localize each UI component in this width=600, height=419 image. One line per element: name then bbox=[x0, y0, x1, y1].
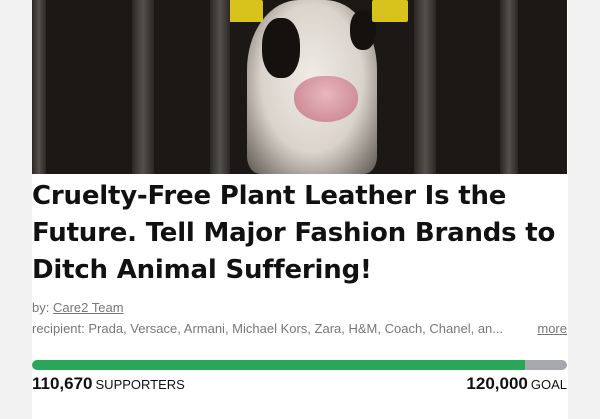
signature-progress-bar bbox=[32, 360, 567, 370]
petition-card: Cruelty-Free Plant Leather Is the Future… bbox=[32, 0, 568, 419]
supporters-count: 110,670 SUPPORTERS bbox=[32, 374, 185, 394]
petition-recipients: recipient: Prada, Versace, Armani, Micha… bbox=[32, 321, 568, 336]
petition-title[interactable]: Cruelty-Free Plant Leather Is the Future… bbox=[32, 178, 568, 289]
recipient-list: Prada, Versace, Armani, Michael Kors, Za… bbox=[88, 321, 504, 336]
author-link[interactable]: Care2 Team bbox=[53, 300, 124, 315]
recipient-label: recipient: bbox=[32, 321, 85, 336]
hero-image[interactable] bbox=[32, 0, 567, 174]
petition-author: by: Care2 Team bbox=[32, 300, 568, 315]
more-recipients-link[interactable]: more bbox=[537, 321, 567, 336]
goal-count: 120,000 GOAL bbox=[466, 374, 567, 394]
goal-label: GOAL bbox=[530, 377, 567, 392]
by-label: by: bbox=[32, 300, 50, 315]
supporters-label: SUPPORTERS bbox=[95, 377, 185, 392]
goal-number: 120,000 bbox=[466, 374, 528, 393]
supporters-number: 110,670 bbox=[32, 374, 93, 393]
signature-progress-fill bbox=[32, 360, 526, 370]
